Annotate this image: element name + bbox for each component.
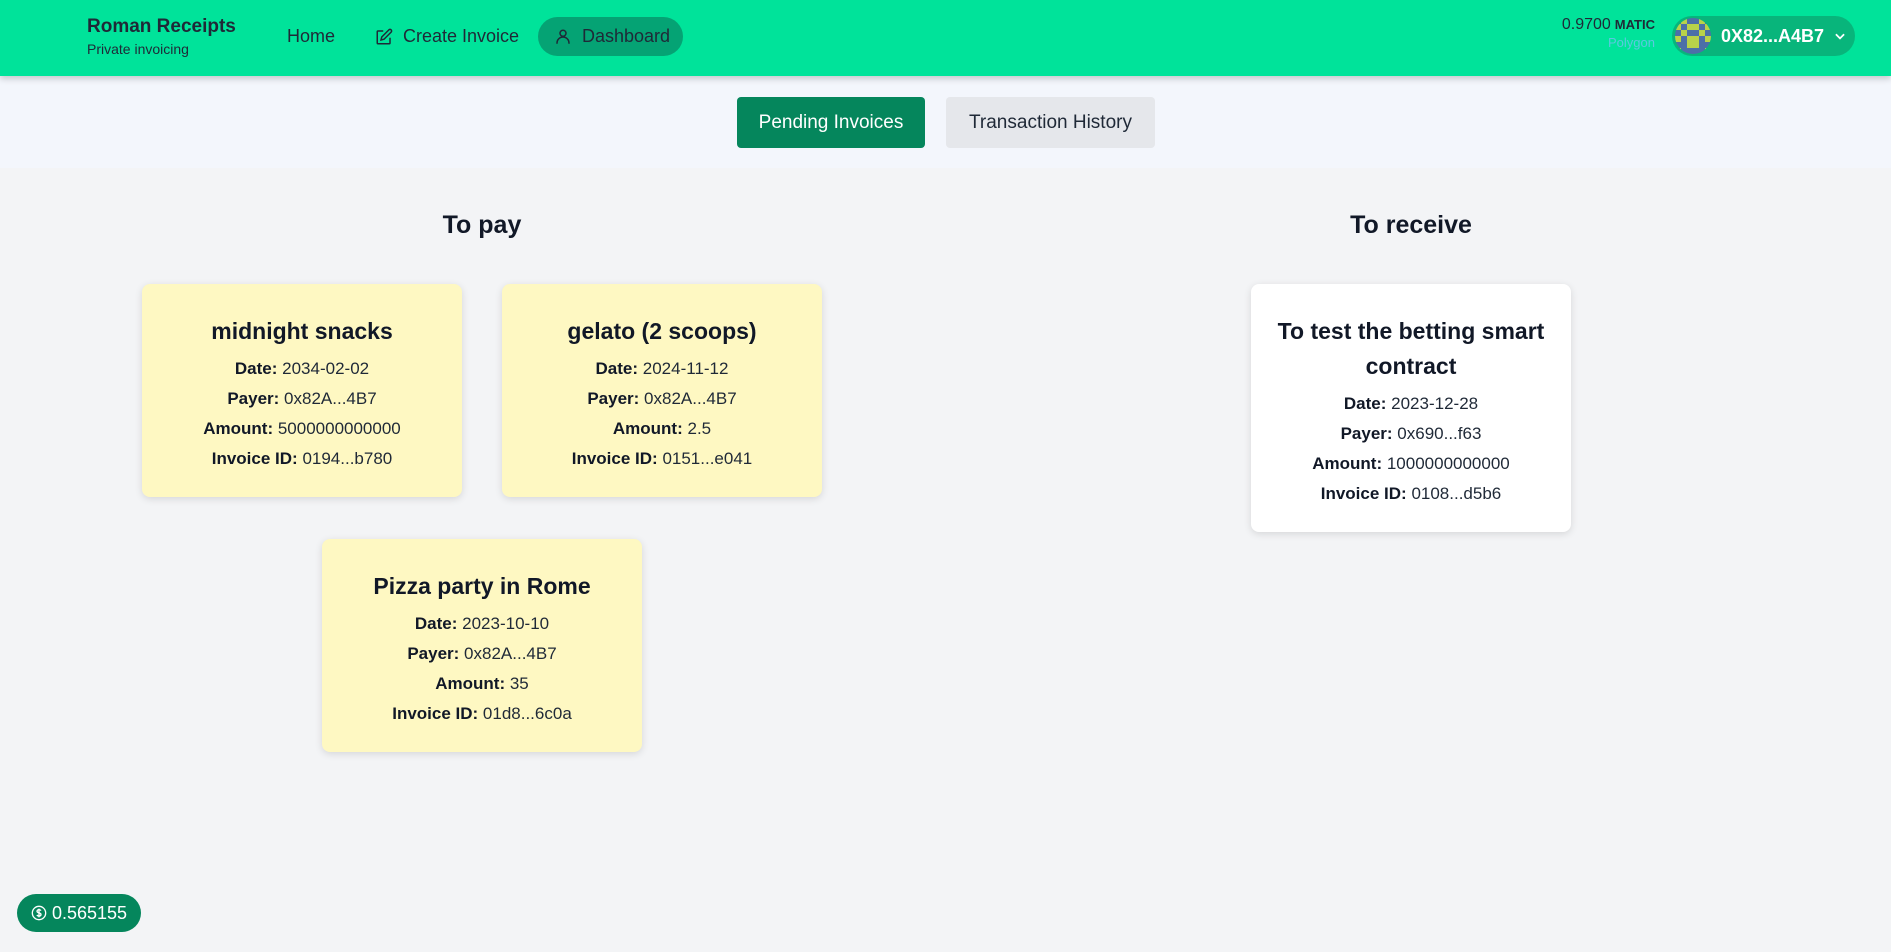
invoice-title: To test the betting smart contract: [1277, 318, 1545, 379]
invoice-payer: 0x82A...4B7: [284, 389, 377, 408]
network-name: Polygon: [1608, 35, 1655, 50]
balance-unit: MATIC: [1614, 17, 1655, 32]
invoice-payer-row: Payer: 0x82A...4B7: [587, 389, 737, 408]
nav-home-label: Home: [287, 26, 336, 46]
invoice-amount-row: Amount: 2.5: [612, 419, 712, 438]
invoice-id-row: Invoice ID: 0108...d5b6: [1320, 484, 1502, 503]
invoice-payer: 0x690...f63: [1397, 424, 1482, 443]
floating-balance-value: 0.565155: [51, 902, 128, 923]
invoice-title: midnight snacks: [211, 318, 393, 344]
invoice-id-row: Invoice ID: 0194...b780: [211, 449, 393, 468]
account-button[interactable]: 0X82...A4B7: [1672, 16, 1855, 56]
invoice-amount: 2.5: [687, 419, 712, 438]
invoice-date-row: Date: 2024-11-12: [595, 359, 729, 378]
dollar-icon: [31, 905, 47, 921]
invoice-id-row: Invoice ID: 0151...e041: [571, 449, 753, 468]
nav-dashboard-link[interactable]: Dashboard: [538, 17, 683, 56]
invoice-id: 0194...b780: [302, 449, 393, 468]
tab-pending-invoices[interactable]: Pending Invoices: [737, 97, 925, 148]
invoice-id: 0108...d5b6: [1411, 484, 1502, 503]
brand[interactable]: Roman Receipts Private invoicing: [87, 16, 236, 58]
edit-icon: [376, 28, 393, 44]
invoice-id: 01d8...6c0a: [482, 704, 572, 723]
invoice-date: 2034-02-02: [282, 359, 370, 378]
invoice-payer: 0x82A...4B7: [464, 644, 557, 663]
invoice-payer: 0x82A...4B7: [644, 389, 737, 408]
nav-dashboard-label: Dashboard: [582, 26, 671, 46]
invoice-title: Pizza party in Rome: [373, 573, 591, 599]
invoice-card[interactable]: To test the betting smart contract Date:…: [1251, 284, 1571, 532]
invoice-card[interactable]: midnight snacks Date: 2034-02-02 Payer: …: [142, 284, 462, 497]
invoice-card[interactable]: Pizza party in Rome Date: 2023-10-10 Pay…: [322, 539, 642, 752]
brand-title: Roman Receipts: [87, 16, 236, 37]
floating-balance-badge[interactable]: 0.565155: [17, 894, 141, 932]
invoice-card[interactable]: gelato (2 scoops) Date: 2024-11-12 Payer…: [502, 284, 822, 497]
invoice-date-row: Date: 2034-02-02: [234, 359, 370, 378]
brand-subtitle: Private invoicing: [87, 41, 189, 57]
to-receive-heading: To receive: [1350, 211, 1472, 239]
to-pay-heading: To pay: [442, 211, 522, 239]
balance-line: 0.9700 MATIC: [1553, 16, 1655, 34]
user-icon: [556, 29, 570, 44]
avatar: [1675, 18, 1711, 54]
invoice-amount: 35: [509, 674, 529, 693]
tab-transaction-history[interactable]: Transaction History: [946, 97, 1155, 148]
invoice-amount-row: Amount: 5000000000000: [203, 419, 401, 438]
invoice-date-row: Date: 2023-10-10: [414, 614, 550, 633]
invoice-date: 2024-11-12: [642, 359, 729, 378]
invoice-payer-row: Payer: 0x690...f63: [1340, 424, 1482, 443]
account-address: 0X82...A4B7: [1721, 25, 1825, 46]
top-navbar: Roman Receipts Private invoicing Home Cr…: [0, 0, 1891, 76]
nav-create-invoice-label: Create Invoice: [403, 26, 520, 46]
invoice-amount: 1000000000000: [1386, 454, 1510, 473]
nav-create-invoice-link[interactable]: Create Invoice: [375, 17, 519, 56]
invoice-date-row: Date: 2023-12-28: [1343, 394, 1479, 413]
invoice-id-row: Invoice ID: 01d8...6c0a: [392, 704, 572, 723]
chevron-down-icon: [1835, 33, 1845, 40]
invoice-title: gelato (2 scoops): [567, 318, 757, 344]
invoice-amount-row: Amount: 1000000000000: [1312, 454, 1510, 473]
nav-home-link[interactable]: Home: [287, 17, 335, 56]
invoice-date: 2023-12-28: [1391, 394, 1479, 413]
tabs-bar: Pending Invoices Transaction History: [0, 76, 1891, 168]
invoice-payer-row: Payer: 0x82A...4B7: [407, 644, 557, 663]
invoice-date: 2023-10-10: [462, 614, 550, 633]
invoice-amount: 5000000000000: [277, 419, 401, 438]
invoice-amount-row: Amount: 35: [435, 674, 529, 693]
balance-value: 0.9700: [1561, 16, 1611, 33]
invoice-payer-row: Payer: 0x82A...4B7: [227, 389, 377, 408]
invoice-id: 0151...e041: [662, 449, 753, 468]
wallet-balance[interactable]: 0.9700 MATIC Polygon: [1553, 16, 1655, 51]
